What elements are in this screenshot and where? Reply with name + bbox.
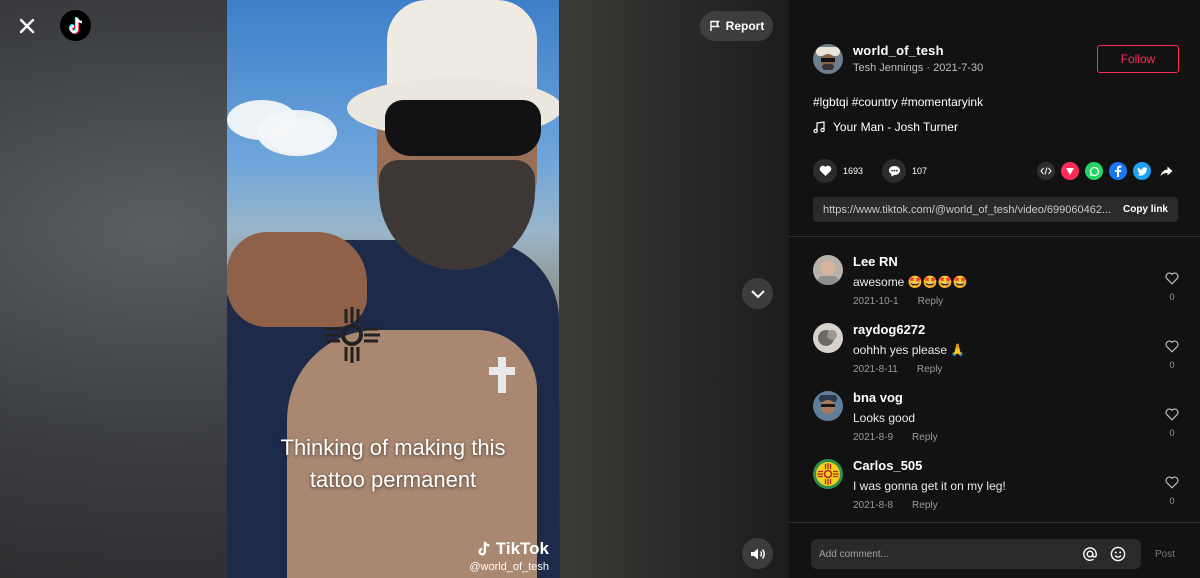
comment-count: 107 bbox=[912, 166, 928, 176]
post-button[interactable]: Post bbox=[1155, 549, 1175, 560]
like-button[interactable] bbox=[813, 159, 837, 183]
tiktok-logo[interactable] bbox=[60, 10, 91, 41]
comment-button[interactable] bbox=[882, 159, 907, 183]
comment-text: oohhh yes please 🙏 bbox=[853, 343, 966, 357]
comment-date: 2021-8-8 bbox=[853, 500, 894, 511]
cloud bbox=[267, 118, 332, 154]
comment-like[interactable]: 0 bbox=[1164, 476, 1180, 506]
comment-author[interactable]: raydog6272 bbox=[853, 322, 965, 337]
cross-pendant bbox=[489, 357, 515, 393]
embed-icon[interactable] bbox=[1037, 162, 1055, 180]
report-label: Report bbox=[725, 19, 765, 33]
comment-like-count: 0 bbox=[1169, 292, 1175, 302]
author-username[interactable]: world_of_tesh bbox=[853, 43, 983, 58]
reply-button[interactable]: Reply bbox=[917, 364, 943, 375]
reply-button[interactable]: Reply bbox=[918, 296, 944, 307]
comment-like-count: 0 bbox=[1169, 428, 1175, 438]
watermark-brand: TikTok bbox=[495, 539, 549, 558]
divider bbox=[789, 236, 1200, 237]
reply-button[interactable]: Reply bbox=[912, 500, 938, 511]
video-player[interactable]: Thinking of making this tattoo permanent… bbox=[227, 0, 559, 578]
like-count: 1693 bbox=[843, 166, 864, 176]
video-caption: Thinking of making this tattoo permanent bbox=[227, 432, 559, 496]
comment-like[interactable]: 0 bbox=[1164, 408, 1180, 438]
engagement-stats: 1693 107 bbox=[813, 159, 946, 183]
list-item: raydog6272 oohhh yes please 🙏 2021-8-11 R… bbox=[813, 322, 1183, 390]
comment-text: I was gonna get it on my leg! bbox=[853, 479, 1006, 493]
at-icon[interactable] bbox=[1081, 545, 1099, 563]
comment-date: 2021-10-1 bbox=[853, 296, 899, 307]
comment-author[interactable]: Lee RN bbox=[853, 254, 967, 269]
avatar[interactable] bbox=[813, 323, 843, 353]
comment-like-count: 0 bbox=[1169, 496, 1175, 506]
avatar[interactable] bbox=[813, 255, 843, 285]
emoji-icon[interactable] bbox=[1109, 545, 1127, 563]
avatar[interactable] bbox=[813, 43, 843, 74]
follow-button[interactable]: Follow bbox=[1097, 45, 1179, 73]
author-info[interactable]: world_of_tesh Tesh Jennings · 2021-7-30 bbox=[813, 43, 983, 74]
next-video-button[interactable] bbox=[742, 278, 773, 309]
facebook-icon[interactable] bbox=[1109, 162, 1127, 180]
music-row[interactable]: Your Man - Josh Turner bbox=[813, 120, 958, 134]
report-button[interactable]: Report bbox=[700, 11, 773, 41]
chevron-down-icon bbox=[750, 289, 765, 298]
whatsapp-icon[interactable] bbox=[1085, 162, 1103, 180]
send-icon[interactable] bbox=[1061, 162, 1079, 180]
comment-like-count: 0 bbox=[1169, 360, 1175, 370]
comment-author[interactable]: bna vog bbox=[853, 390, 938, 405]
list-item: Carlos_505 I was gonna get it on my leg!… bbox=[813, 458, 1183, 526]
share-arrow-icon[interactable] bbox=[1157, 162, 1175, 180]
watermark: TikTok @world_of_tesh bbox=[469, 539, 549, 573]
comment-icon bbox=[888, 166, 900, 177]
caption-line-1: Thinking of making this bbox=[280, 435, 506, 460]
details-panel: world_of_tesh Tesh Jennings · 2021-7-30 … bbox=[789, 0, 1200, 578]
watermark-user: @world_of_tesh bbox=[469, 561, 549, 573]
avatar[interactable] bbox=[813, 459, 843, 489]
share-row bbox=[1037, 162, 1175, 180]
close-icon[interactable] bbox=[14, 13, 40, 39]
hashtags[interactable]: #lgbtqi #country #momentaryink bbox=[813, 95, 983, 109]
heart-icon bbox=[1165, 408, 1179, 421]
heart-icon bbox=[1165, 476, 1179, 489]
heart-icon bbox=[1165, 340, 1179, 353]
flag-icon bbox=[709, 20, 720, 31]
tiktok-watermark-icon bbox=[478, 541, 490, 556]
heart-icon bbox=[1165, 272, 1179, 285]
comment-text: awesome 🤩🤩🤩🤩 bbox=[853, 275, 968, 289]
heart-icon bbox=[819, 165, 831, 176]
video-link-field[interactable]: https://www.tiktok.com/@world_of_tesh/vi… bbox=[813, 197, 1178, 222]
music-title[interactable]: Your Man - Josh Turner bbox=[833, 120, 958, 134]
copy-link-button[interactable]: Copy link bbox=[1123, 204, 1168, 215]
comment-text: Looks good bbox=[853, 411, 916, 425]
avatar[interactable] bbox=[813, 391, 843, 421]
comment-composer: Post bbox=[789, 522, 1200, 578]
comment-author[interactable]: Carlos_505 bbox=[853, 458, 1006, 473]
volume-icon bbox=[750, 548, 765, 559]
video-link[interactable]: https://www.tiktok.com/@world_of_tesh/vi… bbox=[823, 204, 1111, 216]
author-display-name: Tesh Jennings bbox=[853, 62, 924, 74]
list-item: bna vog Looks good 2021-8-9 Reply 0 bbox=[813, 390, 1183, 458]
comment-like[interactable]: 0 bbox=[1164, 340, 1180, 370]
music-note-icon bbox=[813, 121, 825, 133]
list-item: Lee RN awesome 🤩🤩🤩🤩 2021-10-1 Reply 0 bbox=[813, 254, 1183, 322]
caption-line-2: tattoo permanent bbox=[309, 467, 477, 492]
author-meta: Tesh Jennings · 2021-7-30 bbox=[853, 62, 984, 74]
comment-date: 2021-8-9 bbox=[853, 432, 894, 443]
comment-date: 2021-8-11 bbox=[853, 364, 898, 375]
watermark-logo: TikTok bbox=[469, 539, 549, 559]
sunglasses bbox=[385, 100, 541, 156]
reply-button[interactable]: Reply bbox=[912, 432, 938, 443]
twitter-icon[interactable] bbox=[1133, 162, 1151, 180]
volume-button[interactable] bbox=[742, 538, 773, 569]
zia-tattoo bbox=[324, 307, 380, 363]
comment-list: Lee RN awesome 🤩🤩🤩🤩 2021-10-1 Reply 0 ray… bbox=[813, 254, 1183, 526]
post-date: 2021-7-30 bbox=[933, 62, 984, 74]
comment-like[interactable]: 0 bbox=[1164, 272, 1180, 302]
